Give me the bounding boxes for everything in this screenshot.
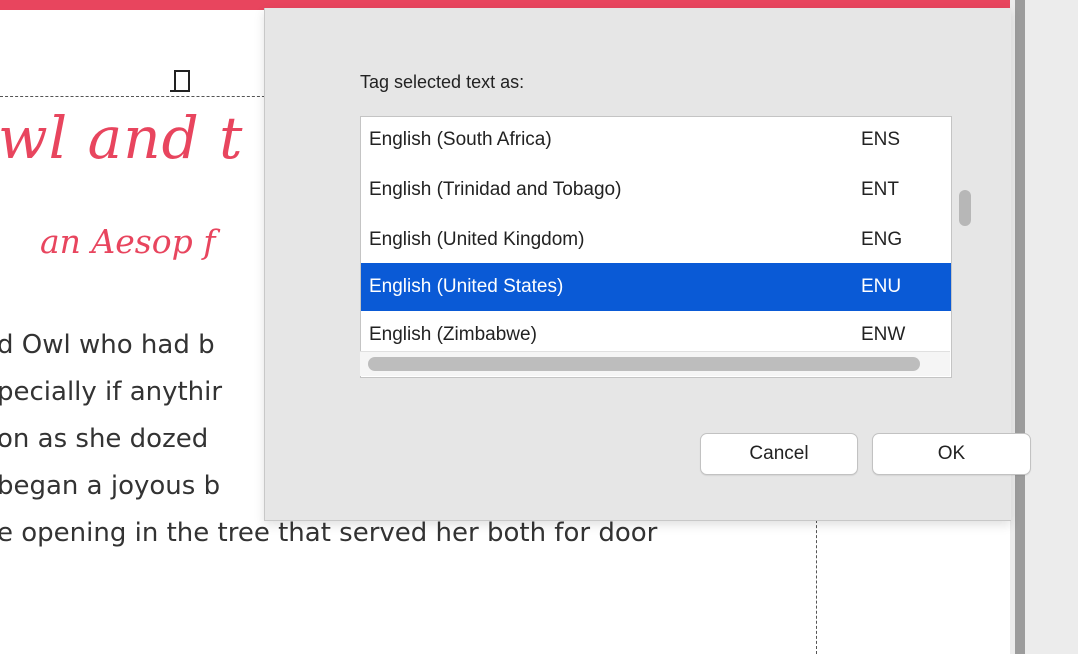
document-subtitle: an Aesop f [40, 222, 216, 261]
language-row[interactable]: English (South Africa) ENS [361, 118, 951, 162]
language-code: ENG [861, 229, 903, 250]
language-name: English (Trinidad and Tobago) [369, 179, 622, 200]
language-code: ENS [861, 129, 901, 150]
language-code: ENW [861, 324, 906, 345]
dialog-prompt: Tag selected text as: [360, 72, 525, 92]
body-text-line: e opening in the tree that served her bo… [0, 518, 658, 548]
language-row[interactable]: English (United Kingdom) ENG [361, 218, 951, 262]
language-code: ENU [861, 276, 902, 297]
body-text-line: began a joyous b [0, 471, 221, 501]
horizontal-scrollbar[interactable] [360, 351, 950, 376]
text-anchor-icon [170, 70, 190, 92]
language-name: English (United Kingdom) [369, 229, 585, 250]
body-text-line: d Owl who had b [0, 330, 215, 360]
frame-guide-right [816, 515, 817, 654]
language-name: English (United States) [369, 276, 564, 297]
body-text-line: on as she dozed [0, 424, 209, 454]
cancel-button[interactable]: Cancel [700, 433, 858, 475]
tag-language-dialog: Tag selected text as: English (South Afr… [264, 8, 1031, 521]
language-name: English (South Africa) [369, 129, 552, 150]
language-name: English (Zimbabwe) [369, 324, 537, 345]
language-row-selected[interactable]: English (United States) ENU [361, 263, 951, 311]
frame-guide-top [0, 96, 270, 97]
ok-button[interactable]: OK [872, 433, 1031, 475]
horizontal-scrollbar-thumb[interactable] [368, 357, 920, 371]
language-code: ENT [861, 179, 899, 200]
body-text-line: pecially if anythir [0, 377, 223, 407]
language-row[interactable]: English (Trinidad and Tobago) ENT [361, 168, 951, 212]
window-edge-scrollbar[interactable] [1010, 0, 1078, 654]
document-title: wl and t [0, 104, 244, 172]
vertical-scrollbar-thumb[interactable] [959, 190, 971, 226]
language-list[interactable]: English (South Africa) ENS English (Trin… [360, 116, 952, 378]
